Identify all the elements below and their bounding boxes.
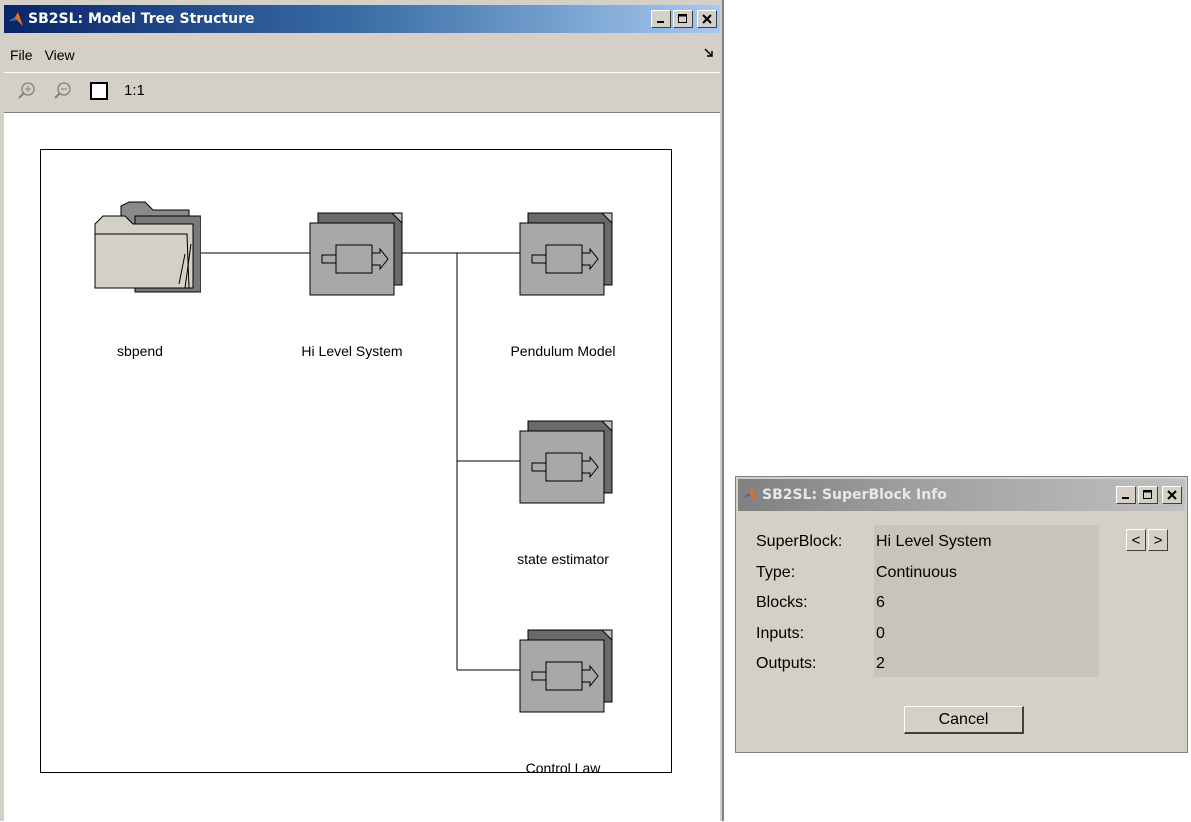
- dialog-title: SB2SL: SuperBlock Info: [762, 487, 947, 503]
- superblock-info-dialog: SB2SL: SuperBlock Info SuperBlock: Type:…: [735, 476, 1188, 753]
- menu-file[interactable]: File: [4, 47, 39, 63]
- square-icon[interactable]: [88, 80, 110, 102]
- node-label-state-estimator[interactable]: state estimator: [517, 551, 609, 567]
- node-label-pendulum-model[interactable]: Pendulum Model: [510, 343, 615, 359]
- blocks-value: 6: [876, 594, 885, 611]
- node-label-hi-level-system[interactable]: Hi Level System: [301, 343, 402, 359]
- maximize-icon: [678, 14, 687, 23]
- matlab-logo-icon: [9, 12, 23, 26]
- inputs-value: 0: [876, 624, 885, 642]
- window-title: SB2SL: Model Tree Structure: [28, 11, 255, 27]
- maximize-icon: [1143, 490, 1152, 499]
- folder-icon[interactable]: [89, 198, 201, 298]
- maximize-button[interactable]: [673, 10, 693, 28]
- minimize-button[interactable]: [651, 10, 671, 28]
- superblock-icon[interactable]: [516, 628, 616, 716]
- dialog-close-button[interactable]: [1162, 486, 1182, 504]
- zoom-level-label[interactable]: 1:1: [124, 82, 145, 99]
- zoom-in-icon[interactable]: [16, 80, 38, 102]
- info-labels: SuperBlock: Type: Blocks: Inputs: Output…: [756, 527, 842, 680]
- info-values: Hi Level System Continuous 6 0 2: [876, 527, 992, 680]
- previous-button[interactable]: <: [1126, 529, 1146, 551]
- next-button[interactable]: >: [1148, 529, 1168, 551]
- dock-arrow-icon[interactable]: [704, 48, 714, 58]
- inputs-label: Inputs:: [756, 624, 805, 642]
- zoom-out-icon[interactable]: [52, 80, 74, 102]
- title-bar[interactable]: SB2SL: Model Tree Structure: [4, 5, 720, 33]
- model-tree-window: SB2SL: Model Tree Structure File View 1:…: [0, 0, 724, 822]
- close-button[interactable]: [697, 10, 717, 28]
- dialog-maximize-button[interactable]: [1138, 486, 1158, 504]
- tree-canvas: sbpend Hi Level System Pendulum Model st…: [4, 112, 720, 822]
- blocks-label: Blocks:: [756, 594, 808, 611]
- superblock-value: Hi Level System: [876, 533, 992, 550]
- superblock-icon[interactable]: [516, 211, 616, 299]
- menu-view[interactable]: View: [39, 47, 81, 63]
- outputs-label: Outputs:: [756, 655, 817, 672]
- menu-bar: File View: [4, 44, 720, 66]
- dialog-minimize-button[interactable]: [1116, 486, 1136, 504]
- close-icon: [702, 14, 712, 24]
- node-label-sbpend[interactable]: sbpend: [117, 343, 163, 359]
- type-label: Type:: [756, 563, 796, 581]
- tree-frame: sbpend Hi Level System Pendulum Model st…: [40, 149, 672, 776]
- outputs-value: 2: [876, 655, 885, 672]
- type-value: Continuous: [876, 563, 957, 581]
- toolbar: 1:1: [4, 72, 720, 108]
- node-label-control-law[interactable]: Control Law: [526, 760, 601, 776]
- superblock-label: SuperBlock:: [756, 533, 843, 550]
- dialog-title-bar[interactable]: SB2SL: SuperBlock Info: [738, 479, 1185, 511]
- nav-buttons: < >: [1126, 529, 1168, 551]
- minimize-icon: [1122, 497, 1129, 499]
- cancel-button[interactable]: Cancel: [904, 706, 1024, 734]
- superblock-icon[interactable]: [306, 211, 406, 299]
- matlab-logo-icon: [743, 488, 757, 502]
- close-icon: [1167, 490, 1177, 500]
- superblock-icon[interactable]: [516, 419, 616, 507]
- minimize-icon: [657, 21, 664, 23]
